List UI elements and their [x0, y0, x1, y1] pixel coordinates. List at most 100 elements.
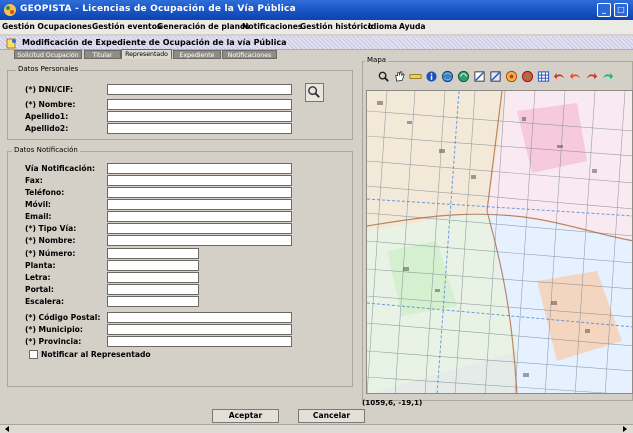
menu-gestion-eventos[interactable]: Gestión eventos — [92, 22, 161, 31]
globe-tool-button[interactable] — [440, 68, 455, 84]
forward-green-tool-button[interactable] — [600, 68, 615, 84]
globe-refresh-tool-button[interactable] — [456, 68, 471, 84]
portal-input[interactable] — [107, 284, 199, 295]
hand-pan-icon — [395, 70, 405, 82]
arrow-back-red-icon — [569, 72, 581, 79]
via-notificacion-select[interactable] — [107, 163, 292, 174]
accept-button[interactable]: Aceptar — [212, 409, 279, 423]
fax-input[interactable] — [107, 175, 292, 186]
tab-representado[interactable]: Representado — [121, 49, 172, 59]
panel-title: Modificación de Expediente de Ocupación … — [22, 38, 287, 47]
minimize-button[interactable]: _ — [597, 3, 611, 17]
telefono-input[interactable] — [107, 187, 292, 198]
via-nombre-label: (*) Nombre: — [25, 236, 76, 245]
menu-gestion-ocupaciones[interactable]: Gestión Ocupaciones — [2, 22, 92, 31]
document-person-icon — [6, 38, 16, 49]
provincia-input[interactable] — [107, 336, 292, 347]
tipo-via-label: (*) Tipo Vía: — [25, 224, 77, 233]
planta-input[interactable] — [107, 260, 199, 271]
menu-idioma[interactable]: Idioma — [368, 22, 397, 31]
movil-input[interactable] — [107, 199, 292, 210]
globe-refresh-icon — [457, 70, 470, 82]
forward-tool-button[interactable] — [584, 68, 599, 84]
pan-tool-button[interactable] — [392, 68, 407, 84]
panel-title-bar: Modificación de Expediente de Ocupación … — [0, 36, 633, 50]
notification-data-legend: Datos Notificación — [12, 146, 80, 154]
globe-icon — [441, 70, 454, 82]
edit-polygon-blue-icon — [490, 70, 501, 82]
movil-label: Móvil: — [25, 200, 51, 209]
target-red-tool-button[interactable] — [520, 68, 535, 84]
notificar-representado-label: Notificar al Representado — [41, 350, 151, 359]
municipio-input[interactable] — [107, 324, 292, 335]
planta-label: Planta: — [25, 261, 56, 270]
tab-solicitud-ocupacion[interactable]: Solicitud Ocupación — [14, 50, 82, 59]
via-notificacion-label: Vía Notificación: — [25, 164, 96, 173]
via-nombre-input[interactable] — [107, 235, 292, 246]
escalera-label: Escalera: — [25, 297, 64, 306]
fax-label: Fax: — [25, 176, 43, 185]
scroll-left-icon[interactable] — [5, 426, 9, 432]
numero-label: (*) Número: — [25, 249, 76, 258]
apellido1-label: Apellido1: — [25, 112, 69, 121]
apellido2-label: Apellido2: — [25, 124, 69, 133]
measure-tool-button[interactable] — [408, 68, 423, 84]
app-logo-icon — [4, 4, 16, 16]
letra-input[interactable] — [107, 272, 199, 283]
back-tool-button[interactable] — [552, 68, 567, 84]
menu-gestion-historico[interactable]: Gestión histórico — [300, 22, 373, 31]
tipo-via-input[interactable] — [107, 223, 292, 234]
tab-expediente[interactable]: Expediente — [173, 50, 221, 59]
tab-notificaciones[interactable]: Notificaciones — [222, 50, 277, 59]
grid-icon — [537, 70, 550, 82]
grid-tool-button[interactable] — [536, 68, 551, 84]
zoom-tool-button[interactable] — [376, 68, 391, 84]
nombre-label: (*) Nombre: — [25, 100, 76, 109]
letra-label: Letra: — [25, 273, 51, 282]
apellido1-input[interactable] — [107, 111, 292, 122]
edit-polygon-tool-button[interactable] — [472, 68, 487, 84]
menu-generacion-planos[interactable]: Generación de planos — [157, 22, 250, 31]
edit-polygon-blue-tool-button[interactable] — [488, 68, 503, 84]
escalera-input[interactable] — [107, 296, 199, 307]
numero-input[interactable] — [107, 248, 199, 259]
arrow-forward-green-icon — [602, 72, 614, 79]
ruler-icon — [409, 73, 422, 79]
menu-bar: Gestión Ocupaciones Gestión eventos Gene… — [0, 20, 633, 34]
codigo-postal-label: (*) Código Postal: — [25, 313, 101, 322]
dni-label: (*) DNI/CIF: — [25, 85, 74, 94]
portal-label: Portal: — [25, 285, 54, 294]
zoom-icon — [378, 71, 389, 82]
maximize-button[interactable]: □ — [614, 3, 628, 17]
target-icon — [505, 70, 518, 82]
provincia-label: (*) Provincia: — [25, 337, 82, 346]
map-legend: Mapa — [365, 56, 389, 64]
personal-data-legend: Datos Personales — [16, 65, 81, 73]
horizontal-scrollbar[interactable] — [0, 424, 633, 433]
cancel-button[interactable]: Cancelar — [298, 409, 365, 423]
info-icon — [426, 70, 437, 82]
menu-ayuda[interactable]: Ayuda — [399, 22, 426, 31]
arrow-back-icon — [553, 72, 565, 79]
codigo-postal-input[interactable] — [107, 312, 292, 323]
info-tool-button[interactable] — [424, 68, 439, 84]
municipio-label: (*) Municipio: — [25, 325, 83, 334]
edit-polygon-icon — [474, 70, 485, 82]
email-input[interactable] — [107, 211, 292, 222]
email-label: Email: — [25, 212, 52, 221]
scroll-right-icon[interactable] — [623, 426, 627, 432]
nombre-input[interactable] — [107, 99, 292, 110]
map-toolbar — [363, 66, 633, 88]
dni-input[interactable] — [107, 84, 292, 95]
window-title: GEOPISTA - Licencias de Ocupación de la … — [20, 4, 296, 14]
notificar-representado-checkbox[interactable] — [29, 350, 38, 359]
menu-notificaciones[interactable]: Notificaciones — [242, 22, 302, 31]
street-map — [367, 91, 632, 393]
map-canvas[interactable] — [366, 90, 633, 394]
apellido2-input[interactable] — [107, 123, 292, 134]
target-tool-button[interactable] — [504, 68, 519, 84]
arrow-forward-icon — [586, 72, 598, 79]
tab-titular[interactable]: Titular — [84, 50, 121, 59]
search-button[interactable] — [305, 83, 324, 102]
back-red-tool-button[interactable] — [568, 68, 583, 84]
